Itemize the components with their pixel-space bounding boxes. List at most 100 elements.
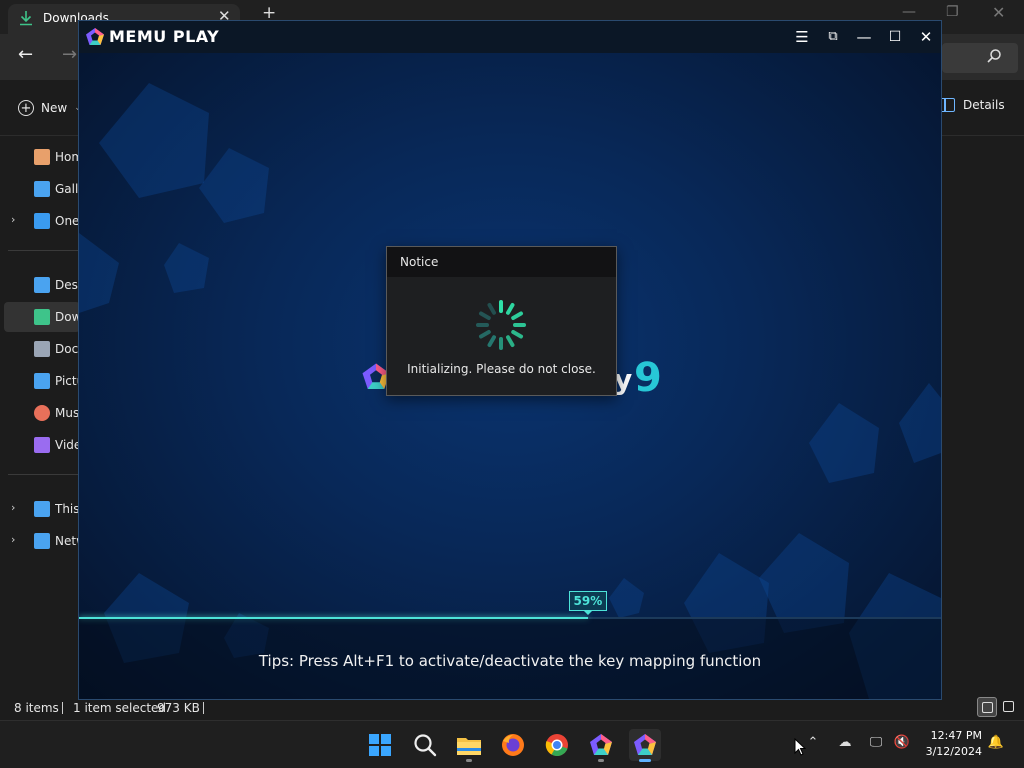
sidebar-item-label: Downloads bbox=[55, 310, 80, 324]
onedrive-cloud-icon[interactable]: ☁ bbox=[835, 735, 855, 755]
pictures-icon bbox=[34, 373, 50, 389]
divider bbox=[203, 702, 204, 714]
taskbar-memu-multi[interactable] bbox=[585, 729, 617, 762]
sidebar-item-label: Home bbox=[55, 150, 80, 164]
selection-size: 973 KB bbox=[157, 701, 200, 715]
new-button-label: New bbox=[41, 101, 68, 115]
tiles-view-button[interactable] bbox=[999, 697, 1019, 717]
loading-spinner-icon bbox=[476, 300, 526, 350]
show-hidden-icons-chevron-icon[interactable]: ⌃ bbox=[803, 735, 823, 755]
firefox-icon bbox=[502, 734, 524, 756]
taskbar-search-button[interactable] bbox=[409, 729, 441, 761]
screen-capture-icon[interactable]: ⧉ bbox=[823, 27, 843, 47]
sidebar-item-label: OneDrive bbox=[55, 214, 80, 228]
memu-play-icon bbox=[634, 734, 656, 755]
download-icon bbox=[34, 309, 50, 325]
memu-multi-icon bbox=[590, 734, 612, 755]
tiles-view-icon bbox=[1003, 701, 1014, 712]
selection-count: 1 item selected bbox=[73, 701, 167, 715]
running-indicator bbox=[598, 759, 604, 762]
taskbar-memu-play[interactable] bbox=[629, 729, 661, 762]
sidebar-item-music[interactable]: Music bbox=[0, 398, 80, 428]
details-button[interactable]: Details bbox=[940, 98, 1005, 112]
video-icon bbox=[34, 437, 50, 453]
gallery-icon bbox=[34, 181, 50, 197]
sidebar-item-label: Desktop bbox=[55, 278, 80, 292]
sidebar-item-home[interactable]: Home bbox=[0, 142, 80, 172]
loading-screen: y 9 Notice Initializing. Please do not c… bbox=[79, 53, 941, 699]
minimize-icon[interactable]: — bbox=[902, 4, 916, 20]
minimize-icon[interactable]: — bbox=[854, 27, 874, 47]
windows-start-icon bbox=[369, 734, 391, 756]
sidebar-item-label: Pictures bbox=[55, 374, 80, 388]
sidebar-item-network[interactable]: › Network bbox=[0, 526, 80, 556]
progress-percent-badge: 59% bbox=[568, 591, 608, 615]
sidebar-item-label: This PC bbox=[55, 502, 80, 516]
details-view-button[interactable] bbox=[977, 697, 997, 717]
new-button[interactable]: + New ⌄ bbox=[18, 96, 82, 120]
sidebar-item-downloads[interactable]: Downloads bbox=[4, 302, 80, 332]
volume-muted-icon[interactable]: 🔇 bbox=[892, 735, 912, 755]
sidebar-item-onedrive[interactable]: › OneDrive bbox=[0, 206, 80, 236]
sidebar-item-gallery[interactable]: Gallery bbox=[0, 174, 80, 204]
navigation-pane: Home Gallery › OneDrive Desktop Download… bbox=[0, 136, 80, 696]
sidebar-item-pictures[interactable]: Pictures bbox=[0, 366, 80, 396]
running-indicator bbox=[466, 759, 472, 762]
tips-text: Tips: Press Alt+F1 to activate/deactivat… bbox=[258, 652, 762, 670]
back-arrow-icon[interactable]: ← bbox=[18, 44, 33, 65]
search-input[interactable] bbox=[942, 43, 1018, 73]
brand-version: 9 bbox=[634, 355, 662, 401]
sidebar-item-videos[interactable]: Videos bbox=[0, 430, 80, 460]
system-clock[interactable]: 12:47 PM 3/12/2024 bbox=[920, 728, 982, 760]
sidebar-item-label: Network bbox=[55, 534, 80, 548]
notice-title: Notice bbox=[400, 255, 439, 269]
memu-title: MEMU PLAY bbox=[109, 27, 220, 46]
search-icon[interactable] bbox=[986, 48, 1002, 64]
mouse-cursor-icon bbox=[794, 738, 806, 756]
sidebar-item-label: Gallery bbox=[55, 182, 80, 196]
notification-bell-icon[interactable]: 🔔 bbox=[986, 735, 1006, 755]
clock-date: 3/12/2024 bbox=[925, 745, 982, 758]
notice-dialog: Notice Initializing. Please do not close… bbox=[386, 246, 617, 396]
chrome-icon bbox=[545, 734, 568, 757]
sidebar-item-label: Documents bbox=[55, 342, 80, 356]
document-icon bbox=[34, 341, 50, 357]
taskbar-file-explorer[interactable] bbox=[453, 729, 485, 762]
notice-message: Initializing. Please do not close. bbox=[407, 362, 596, 376]
music-icon bbox=[34, 405, 50, 421]
divider bbox=[8, 474, 80, 475]
desktop-icon bbox=[34, 277, 50, 293]
network-icon[interactable]: 🖵 bbox=[866, 735, 886, 755]
sidebar-item-documents[interactable]: Documents bbox=[0, 334, 80, 364]
start-button[interactable] bbox=[364, 729, 396, 761]
maximize-icon[interactable]: ☐ bbox=[885, 27, 905, 47]
network-icon bbox=[34, 533, 50, 549]
download-icon bbox=[20, 11, 32, 26]
divider bbox=[8, 250, 80, 251]
home-icon bbox=[34, 149, 50, 165]
taskbar-chrome[interactable] bbox=[541, 729, 573, 761]
sidebar-item-desktop[interactable]: Desktop bbox=[0, 270, 80, 300]
details-pane-icon bbox=[940, 98, 955, 112]
taskbar-firefox[interactable] bbox=[497, 729, 529, 761]
details-label: Details bbox=[963, 98, 1005, 112]
chevron-right-icon[interactable]: › bbox=[11, 533, 15, 546]
restore-icon[interactable]: ❐ bbox=[946, 4, 959, 20]
cloud-icon bbox=[34, 213, 50, 229]
tips-bar: Tips: Press Alt+F1 to activate/deactivat… bbox=[79, 619, 941, 699]
divider bbox=[62, 702, 63, 714]
list-view-icon bbox=[982, 702, 993, 713]
close-icon[interactable]: ✕ bbox=[916, 27, 936, 47]
folder-icon bbox=[457, 738, 481, 755]
sidebar-item-label: Music bbox=[55, 406, 80, 420]
chevron-right-icon[interactable]: › bbox=[11, 501, 15, 514]
memu-logo-icon bbox=[86, 28, 104, 45]
close-icon[interactable]: ✕ bbox=[992, 3, 1005, 22]
forward-arrow-icon[interactable]: → bbox=[62, 44, 77, 65]
chevron-right-icon[interactable]: › bbox=[11, 213, 15, 226]
active-indicator bbox=[639, 759, 651, 762]
sidebar-item-label: Videos bbox=[55, 438, 80, 452]
memu-title-bar[interactable]: MEMU PLAY ☰ ⧉ — ☐ ✕ bbox=[79, 21, 941, 53]
sidebar-item-this-pc[interactable]: › This PC bbox=[0, 494, 80, 524]
menu-icon[interactable]: ☰ bbox=[792, 27, 812, 47]
